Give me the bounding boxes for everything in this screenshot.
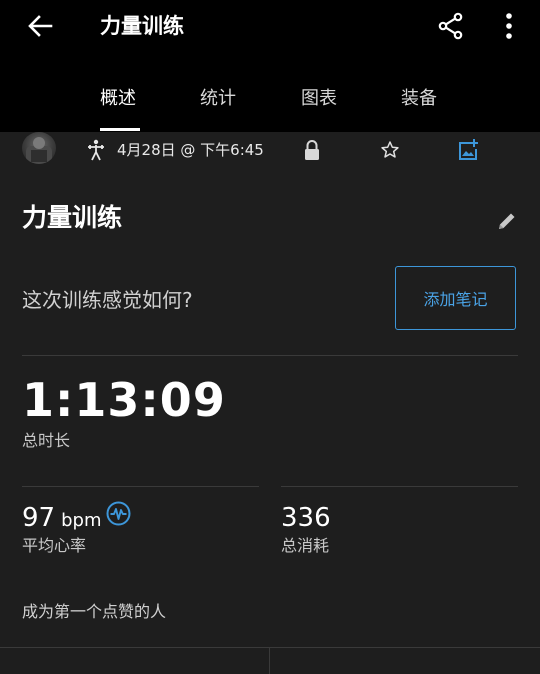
avg-heart-rate-value: 97 bpm bbox=[22, 502, 101, 537]
lock-icon bbox=[305, 140, 319, 160]
arrow-left-icon bbox=[28, 15, 53, 37]
strength-training-icon bbox=[88, 139, 104, 161]
active-tab-indicator bbox=[100, 128, 140, 131]
feel-question: 这次训练感觉如何? bbox=[22, 288, 193, 312]
avatar[interactable] bbox=[22, 132, 56, 164]
divider-left bbox=[22, 486, 259, 487]
share-button[interactable] bbox=[433, 8, 469, 44]
tab-overview[interactable]: 概述 bbox=[100, 86, 136, 112]
bottom-bar-separator bbox=[269, 648, 270, 674]
calories-label: 总消耗 bbox=[281, 536, 330, 555]
more-options-button[interactable] bbox=[492, 8, 526, 44]
activity-date: 4月28日 @ 下午6:45 bbox=[117, 141, 264, 159]
tab-charts[interactable]: 图表 bbox=[301, 86, 337, 112]
bottom-action-bar bbox=[0, 647, 540, 674]
add-note-button[interactable]: 添加笔记 bbox=[395, 266, 516, 330]
heart-rate-number: 97 bbox=[22, 503, 56, 533]
more-vert-icon bbox=[506, 13, 512, 39]
avatar-image bbox=[26, 137, 52, 164]
heart-rate-zone-icon[interactable] bbox=[106, 501, 131, 526]
heart-rate-unit: bpm bbox=[61, 510, 102, 531]
divider-right bbox=[281, 486, 518, 487]
tab-stats[interactable]: 统计 bbox=[200, 86, 236, 112]
like-prompt[interactable]: 成为第一个点赞的人 bbox=[22, 601, 166, 623]
app-bar: 力量训练 概述 统计 图表 装备 bbox=[0, 0, 540, 132]
avg-heart-rate-label: 平均心率 bbox=[22, 536, 87, 555]
edit-title-button[interactable] bbox=[494, 208, 520, 234]
back-button[interactable] bbox=[22, 8, 58, 44]
add-photo-icon bbox=[459, 139, 478, 160]
tab-bar: 概述 统计 图表 装备 bbox=[0, 80, 540, 132]
duration-value: 1:13:09 bbox=[22, 373, 226, 427]
add-photo-button[interactable] bbox=[456, 137, 480, 163]
activity-title: 力量训练 bbox=[22, 203, 123, 232]
share-icon bbox=[438, 12, 463, 40]
star-icon bbox=[381, 141, 399, 158]
divider bbox=[22, 355, 518, 356]
tab-gear[interactable]: 装备 bbox=[401, 86, 437, 112]
app-title: 力量训练 bbox=[100, 14, 184, 38]
duration-label: 总时长 bbox=[22, 431, 71, 450]
pencil-icon bbox=[499, 213, 515, 229]
activity-meta-row: 4月28日 @ 下午6:45 bbox=[0, 132, 540, 168]
favorite-button[interactable] bbox=[378, 138, 402, 162]
calories-value: 336 bbox=[281, 503, 331, 533]
